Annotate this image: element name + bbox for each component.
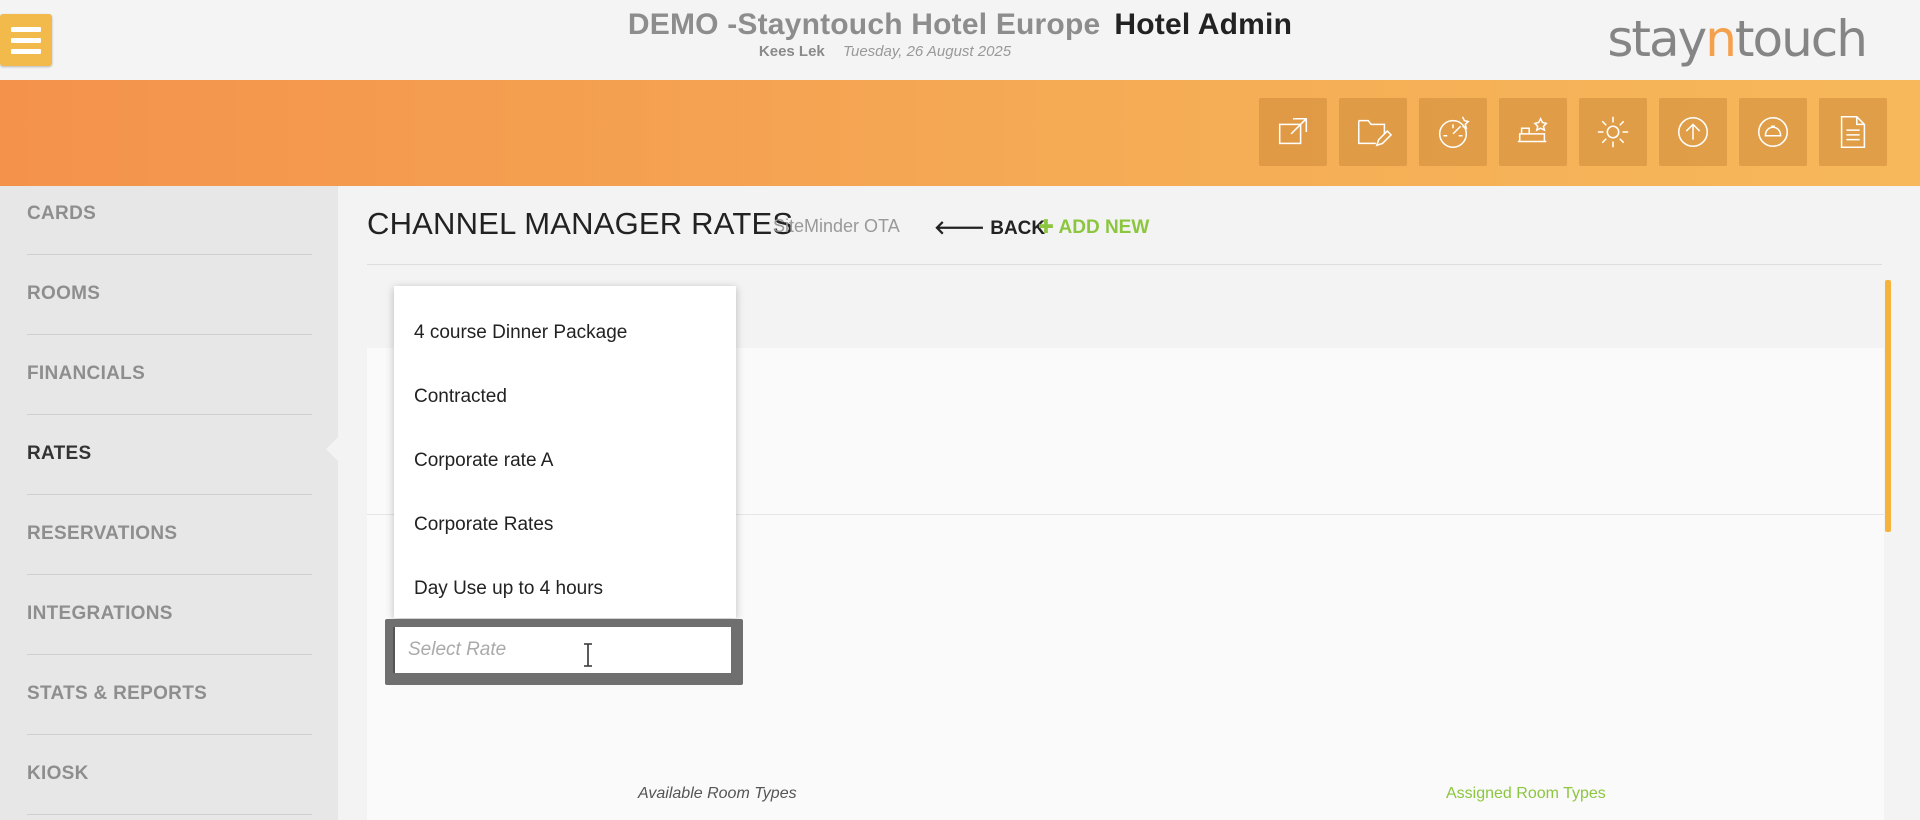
rate-option[interactable]: Day Use up to 4 hours bbox=[414, 569, 714, 609]
user-name: Kees Lek bbox=[758, 43, 825, 60]
dashboard-icon[interactable] bbox=[1419, 98, 1487, 166]
sidebar-item-reservations[interactable]: RESERVATIONS bbox=[27, 494, 312, 575]
upload-icon[interactable] bbox=[1659, 98, 1727, 166]
add-new-button[interactable]: ✚ ADD NEW bbox=[1038, 216, 1149, 239]
main-content: CHANNEL MANAGER RATES SiteMinder OTA 🡐 B… bbox=[338, 186, 1920, 820]
external-link-icon[interactable] bbox=[1259, 98, 1327, 166]
rate-option[interactable]: Corporate Rates bbox=[414, 505, 714, 545]
app-title: Hotel Admin bbox=[1114, 8, 1293, 41]
rate-option[interactable]: 4 course Dinner Package bbox=[414, 313, 714, 353]
rate-select-wrapper bbox=[385, 619, 743, 685]
stayntouch-logo: stayntouch bbox=[1607, 10, 1868, 68]
assigned-room-types-label: Assigned Room Types bbox=[1446, 785, 1606, 802]
back-button[interactable]: 🡐 BACK bbox=[934, 216, 1045, 240]
rate-dropdown-list: 4 course Dinner Package Contracted Corpo… bbox=[394, 286, 736, 618]
settings-icon[interactable] bbox=[1579, 98, 1647, 166]
toolbar-band bbox=[0, 80, 1920, 186]
select-rate-input[interactable] bbox=[393, 627, 731, 673]
text-cursor-icon bbox=[584, 643, 592, 667]
housekeeping-icon[interactable] bbox=[1499, 98, 1567, 166]
document-icon[interactable] bbox=[1819, 98, 1887, 166]
title-divider bbox=[367, 264, 1882, 265]
sidebar: CARDS ROOMS FINANCIALS RATES RESERVATION… bbox=[0, 186, 338, 820]
sidebar-item-kiosk[interactable]: KIOSK bbox=[27, 734, 312, 815]
page-title: CHANNEL MANAGER RATES bbox=[367, 206, 794, 241]
folder-edit-icon[interactable] bbox=[1339, 98, 1407, 166]
sidebar-item-rates[interactable]: RATES bbox=[27, 414, 312, 495]
back-arrow-icon: 🡐 bbox=[934, 218, 991, 239]
sidebar-item-stats-reports[interactable]: STATS & REPORTS bbox=[27, 654, 312, 735]
hotel-name: DEMO -Stayntouch Hotel Europe bbox=[627, 8, 1101, 41]
sidebar-item-rooms[interactable]: ROOMS bbox=[27, 254, 312, 335]
sidebar-item-integrations[interactable]: INTEGRATIONS bbox=[27, 574, 312, 655]
business-date: Tuesday, 26 August 2025 bbox=[842, 43, 1012, 60]
page-subtitle: SiteMinder OTA bbox=[773, 216, 900, 236]
sidebar-item-cards[interactable]: CARDS bbox=[27, 186, 312, 255]
scrollbar[interactable] bbox=[1885, 280, 1891, 532]
active-nav-pointer bbox=[326, 437, 338, 461]
bell-icon[interactable] bbox=[1739, 98, 1807, 166]
rate-option[interactable]: Corporate rate A bbox=[414, 441, 714, 481]
plus-icon: ✚ bbox=[1038, 217, 1059, 238]
rate-option[interactable]: Contracted bbox=[414, 377, 714, 417]
sidebar-item-financials[interactable]: FINANCIALS bbox=[27, 334, 312, 415]
available-room-types-label: Available Room Types bbox=[638, 785, 797, 802]
top-header: DEMO -Stayntouch Hotel Europe Hotel Admin… bbox=[0, 0, 1920, 80]
